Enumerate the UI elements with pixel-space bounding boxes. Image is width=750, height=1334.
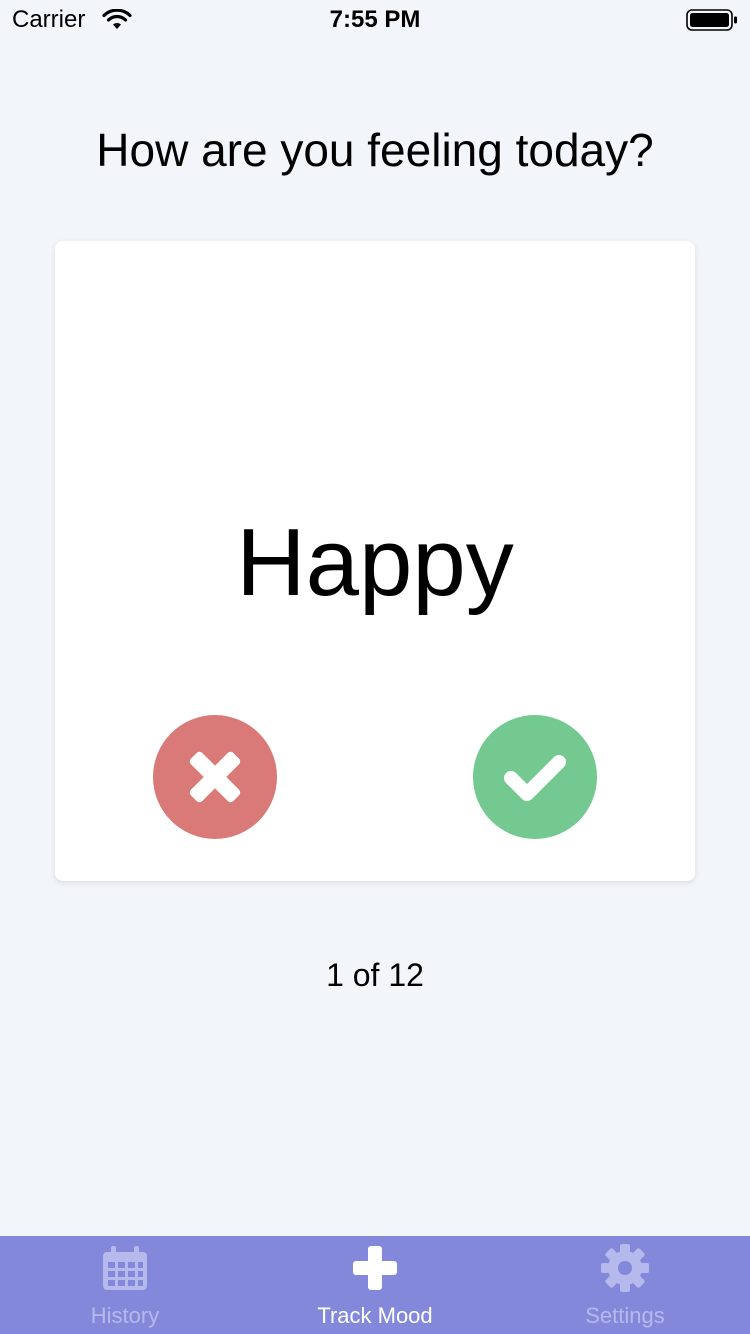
tab-settings-label: Settings: [585, 1303, 665, 1328]
status-bar: Carrier 7:55 PM: [0, 0, 750, 40]
tab-bar: History Track Mood Settings: [0, 1236, 750, 1334]
tab-history[interactable]: History: [0, 1236, 250, 1334]
mood-card: Happy: [55, 241, 695, 881]
status-time: 7:55 PM: [329, 6, 421, 33]
gear-icon: [601, 1244, 649, 1292]
plus-icon: [353, 1246, 397, 1290]
accept-button[interactable]: [473, 715, 597, 839]
battery-icon: [686, 9, 737, 31]
progress-counter: 1 of 12: [326, 957, 424, 993]
tab-history-label: History: [90, 1303, 160, 1328]
tab-settings[interactable]: Settings: [500, 1236, 750, 1334]
tab-track-mood[interactable]: Track Mood: [250, 1236, 500, 1334]
reject-button[interactable]: [153, 715, 277, 839]
mood-label: Happy: [236, 509, 514, 616]
calendar-icon: [103, 1246, 147, 1290]
checkmark-icon: [504, 755, 566, 801]
close-icon: [189, 751, 241, 803]
page-title: How are you feeling today?: [96, 124, 654, 176]
tab-track-mood-label: Track Mood: [317, 1303, 433, 1328]
